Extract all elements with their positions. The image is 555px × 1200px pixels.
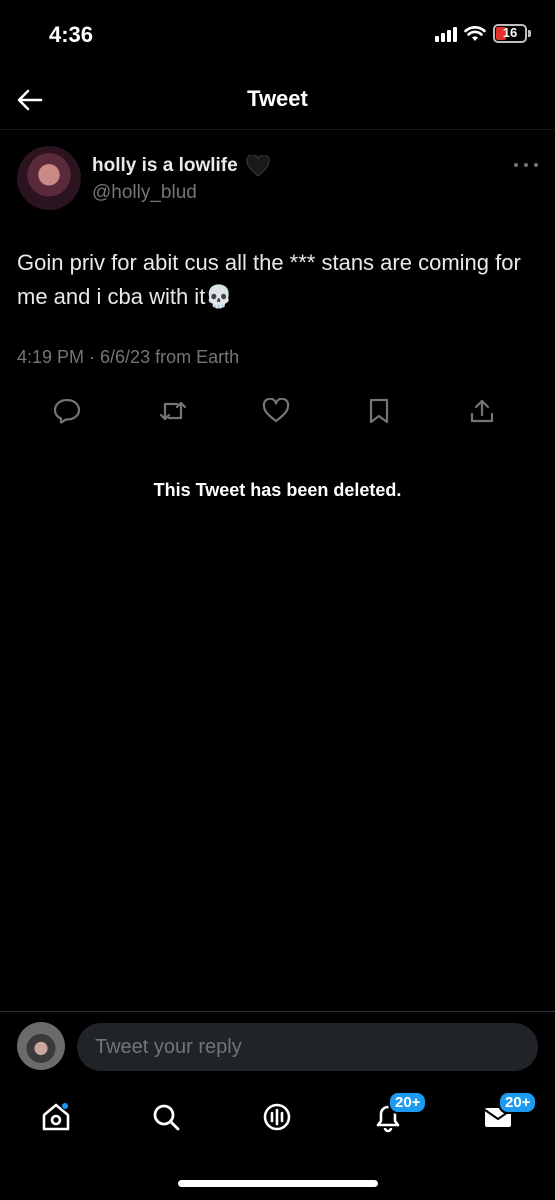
tweet-meta: 4:19 PM · 6/6/23 from Earth — [17, 347, 240, 367]
bookmark-icon — [369, 398, 389, 424]
search-icon — [153, 1104, 180, 1131]
retweet-button[interactable] — [153, 391, 193, 431]
reply-bar — [0, 1011, 555, 1081]
spaces-icon — [263, 1103, 291, 1131]
messages-badge: 20+ — [498, 1091, 538, 1114]
bottom-tab-bar: 20+ 20+ — [0, 1081, 555, 1200]
like-button[interactable] — [256, 391, 296, 431]
tweet-actions — [0, 391, 555, 431]
header: Tweet — [0, 70, 555, 130]
more-options-button[interactable] — [514, 159, 538, 171]
skull-emoji: 💀 — [205, 285, 233, 310]
user-handle[interactable]: @holly_blud — [92, 182, 197, 204]
tweet-body: Goin priv for abit cus all the *** stans… — [17, 250, 521, 309]
display-name: holly is a lowlife — [92, 155, 238, 176]
current-user-avatar[interactable] — [17, 1022, 65, 1070]
share-button[interactable] — [462, 391, 502, 431]
tab-spaces[interactable] — [253, 1093, 301, 1141]
display-name-row[interactable]: holly is a lowlife — [92, 155, 270, 177]
tweet-text: Goin priv for abit cus all the *** stans… — [17, 246, 542, 315]
deleted-tweet-notice: This Tweet has been deleted. — [153, 480, 402, 500]
status-icons: 16 — [435, 24, 531, 43]
battery-level: 16 — [502, 25, 518, 40]
status-bar: 4:36 16 — [0, 0, 555, 70]
signal-icon — [435, 26, 457, 42]
retweet-icon — [159, 401, 187, 421]
comment-icon — [53, 398, 81, 424]
tab-home[interactable] — [32, 1093, 80, 1141]
tab-messages[interactable]: 20+ — [474, 1091, 538, 1141]
home-new-indicator — [61, 1102, 69, 1110]
page-title: Tweet — [247, 86, 308, 111]
black-heart-icon — [246, 155, 270, 177]
tab-notifications[interactable]: 20+ — [364, 1091, 428, 1141]
heart-icon — [262, 398, 290, 423]
reply-input[interactable] — [77, 1023, 538, 1071]
share-icon — [470, 399, 494, 423]
bookmark-button[interactable] — [359, 391, 399, 431]
notifications-badge: 20+ — [388, 1091, 428, 1114]
home-indicator — [178, 1180, 378, 1187]
avatar[interactable] — [17, 146, 81, 210]
battery-icon: 16 — [493, 24, 531, 43]
tab-search[interactable] — [142, 1093, 190, 1141]
wifi-icon — [464, 25, 486, 41]
status-time: 4:36 — [49, 22, 94, 47]
reply-button[interactable] — [47, 391, 87, 431]
